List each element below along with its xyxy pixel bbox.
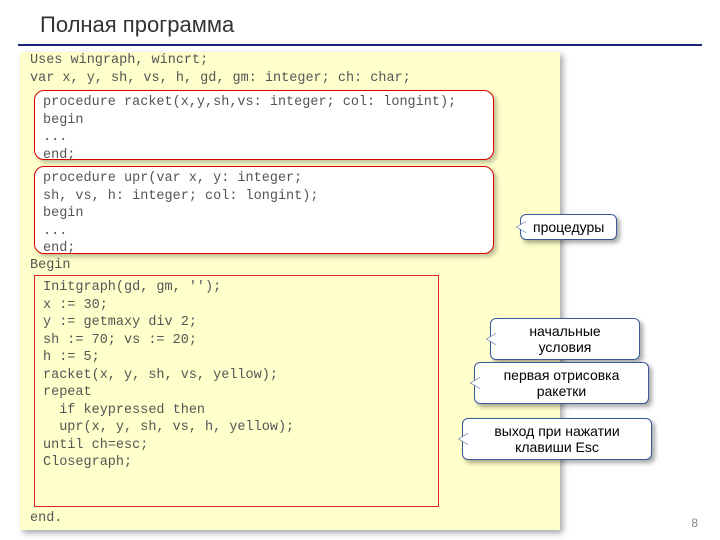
code-line: begin [43,112,485,130]
callout-text: начальные [503,323,627,339]
code-line: var x, y, sh, vs, h, gd, gm: integer; ch… [20,70,560,88]
page-number: 8 [691,516,698,530]
code-line: procedure upr(var x, y: integer; [43,170,485,188]
procedure-block-1: procedure racket(x,y,sh,vs: integer; col… [34,90,494,160]
slide-title: Полная программа [18,0,702,46]
code-line: Initgraph(gd, gm, ''); [43,279,430,297]
code-line: Closegraph; [43,454,430,472]
callout-first-draw: первая отрисовка ракетки [474,362,649,404]
code-line: sh := 70; vs := 20; [43,332,430,350]
code-line: until ch=esc; [43,437,430,455]
code-line: begin [43,205,485,223]
callout-text: выход при нажатии [475,423,639,439]
code-line: end; [43,147,485,165]
code-line: upr(x, y, sh, vs, h, yellow); [43,419,430,437]
code-line: Begin [20,257,71,275]
code-line: x := 30; [43,297,430,315]
callout-procedures: процедуры [520,214,617,240]
callout-text: условия [503,339,627,355]
callout-text: первая отрисовка [487,367,636,383]
procedure-block-2: procedure upr(var x, y: integer; sh, vs,… [34,166,494,254]
code-line: if keypressed then [43,402,430,420]
code-line: Uses wingraph, wincrt; [20,52,560,70]
callout-text: ракетки [487,383,636,399]
main-block: Initgraph(gd, gm, ''); x := 30; y := get… [34,275,439,507]
code-line: procedure racket(x,y,sh,vs: integer; col… [43,94,485,112]
callout-exit-esc: выход при нажатии клавиши Esc [462,418,652,460]
code-line: y := getmaxy div 2; [43,314,430,332]
code-line: repeat [43,384,430,402]
callout-text: процедуры [533,219,604,235]
code-line: h := 5; [43,349,430,367]
callout-text: клавиши Esc [475,439,639,455]
code-line: end; [43,240,485,258]
callout-initial: начальные условия [490,318,640,360]
code-line: end. [20,510,62,528]
code-line: ... [43,129,485,147]
code-line: racket(x, y, sh, vs, yellow); [43,367,430,385]
code-line: ... [43,223,485,241]
code-line: sh, vs, h: integer; col: longint); [43,188,485,206]
